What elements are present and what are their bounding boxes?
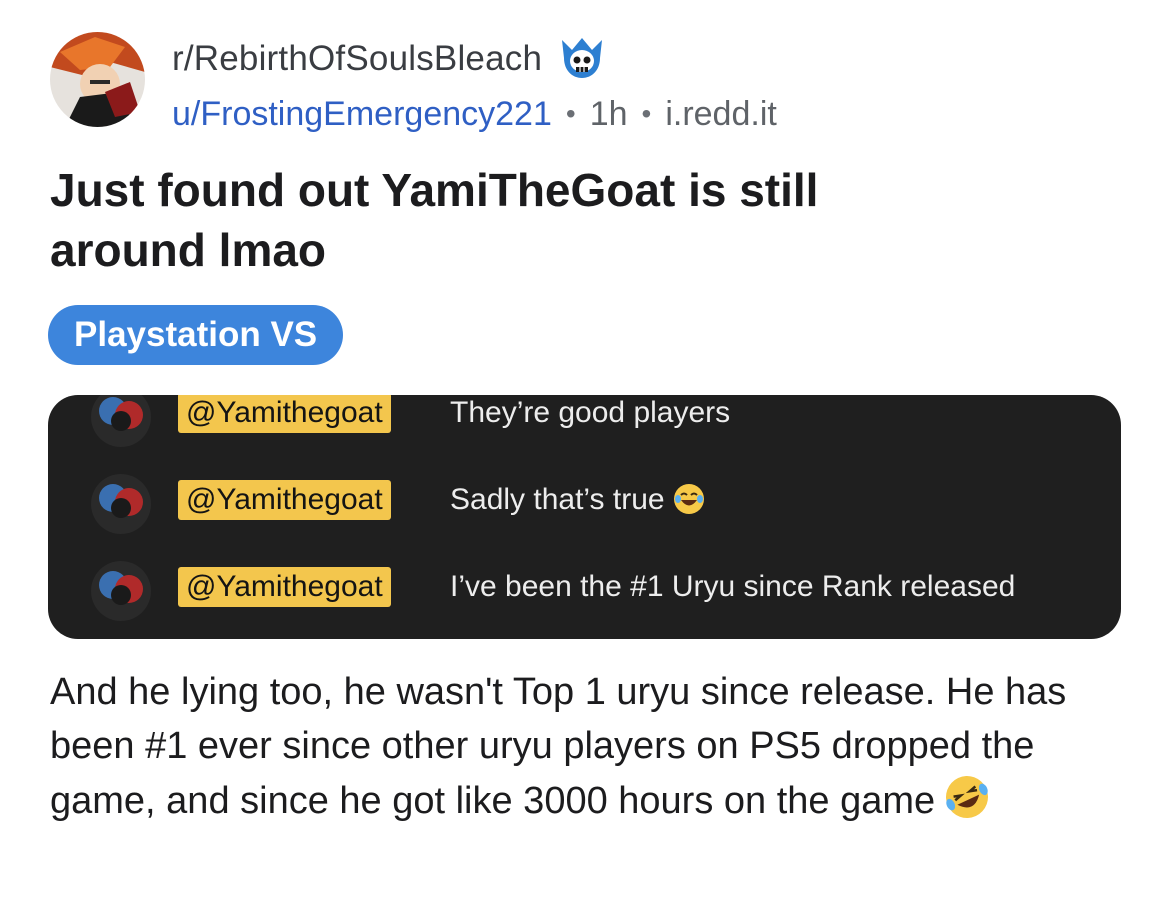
post-body: And he lying too, he wasn't Top 1 uryu s… [50,665,1130,828]
post-domain[interactable]: i.redd.it [665,95,777,134]
laughing-emoji-icon [673,483,705,515]
post-body-text: And he lying too, he wasn't Top 1 uryu s… [50,671,1067,822]
chat-message-row: Sadly that’s true [450,480,705,520]
meta-separator: • [641,98,652,129]
username-tag: @Yamithegoat [178,567,391,607]
chat-message: @Yamithegoat I’ve been the #1 Uryu since… [48,561,1121,621]
skull-icon [556,36,608,82]
subreddit-avatar[interactable] [50,32,145,127]
meta-separator: • [565,98,576,129]
post-flair[interactable]: Playstation VS [48,305,344,365]
chat-message: @Yamithegoat Sadly that’s true [48,474,1121,534]
chat-avatar [91,561,151,621]
username-tag: @Yamithegoat [178,395,391,433]
rofl-emoji-icon [943,773,991,821]
chat-message-text: Sadly that’s true [450,483,665,516]
post-age: 1h [589,94,628,133]
chat-message-text: I’ve been the #1 Uryu since Rank release… [450,570,1016,603]
chat-avatar [91,474,151,534]
chat-message-text: They’re good players [450,396,731,429]
post-title[interactable]: Just found out YamiTheGoat is still arou… [50,160,950,280]
username-tag: @Yamithegoat [178,480,391,520]
subreddit-name[interactable]: r/RebirthOfSoulsBleach [172,39,542,79]
post-image[interactable]: @Yamithegoat They’re good players @Yamit… [48,395,1121,639]
chat-avatar [91,395,151,447]
chat-message: @Yamithegoat They’re good players [48,395,1121,447]
author-link[interactable]: u/FrostingEmergency221 [172,95,552,134]
